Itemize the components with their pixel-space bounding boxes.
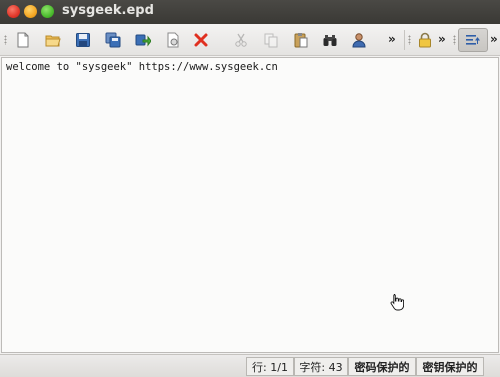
print-icon (167, 32, 179, 48)
maximize-window-button[interactable] (41, 5, 54, 18)
minimize-window-button[interactable] (24, 5, 37, 18)
open-button[interactable] (43, 30, 63, 50)
toolbar-overflow-3[interactable]: » (490, 32, 498, 46)
title-bar: sysgeek.epd (0, 0, 500, 24)
new-document-button[interactable] (13, 30, 33, 50)
window-title: sysgeek.epd (62, 3, 154, 18)
close-window-button[interactable] (7, 5, 20, 18)
print-button[interactable] (163, 30, 183, 50)
toolbar: » » » (0, 24, 500, 56)
format-lines-button[interactable] (458, 28, 488, 52)
cut-icon (235, 33, 247, 47)
save-as-icon (135, 34, 151, 47)
status-bar: 行: 1/1 字符: 43 密码保护的 密钥保护的 (0, 354, 500, 377)
editor-content[interactable]: welcome to "sysgeek" https://www.sysgeek… (6, 61, 278, 73)
toolbar-overflow-1[interactable]: » (388, 32, 396, 46)
toolbar-grip[interactable] (453, 35, 456, 45)
cut-button[interactable] (231, 30, 251, 50)
status-key-protected: 密钥保护的 (416, 357, 484, 376)
find-button[interactable] (320, 30, 340, 50)
save-button[interactable] (73, 30, 93, 50)
save-as-button[interactable] (133, 30, 153, 50)
close-document-button[interactable] (191, 30, 211, 50)
text-editor[interactable]: welcome to "sysgeek" https://www.sysgeek… (1, 57, 499, 353)
toolbar-grip[interactable] (4, 35, 7, 45)
lock-button[interactable] (415, 30, 435, 50)
status-line: 行: 1/1 (246, 357, 294, 376)
status-char-count: 字符: 43 (294, 357, 348, 376)
status-password-protected: 密码保护的 (348, 357, 416, 376)
save-all-icon (105, 32, 121, 48)
save-all-button[interactable] (103, 30, 123, 50)
mouse-cursor-hand-icon (390, 294, 404, 311)
copy-icon (264, 33, 278, 48)
paste-button[interactable] (291, 30, 311, 50)
app-window: sysgeek.epd » » » welcome to "sysgeek" h… (0, 0, 500, 377)
toolbar-overflow-2[interactable]: » (438, 32, 446, 46)
paste-icon (294, 33, 308, 48)
copy-button[interactable] (261, 30, 281, 50)
close-red-x-icon (194, 33, 208, 47)
lock-icon (419, 32, 431, 48)
binoculars-find-icon (323, 35, 337, 46)
save-icon (76, 33, 90, 47)
toolbar-separator (404, 30, 405, 50)
new-document-icon (17, 32, 29, 48)
user-icon (352, 33, 366, 48)
open-folder-icon (45, 35, 61, 47)
user-button[interactable] (349, 30, 369, 50)
toolbar-grip[interactable] (408, 35, 411, 45)
format-lines-icon (466, 35, 480, 45)
